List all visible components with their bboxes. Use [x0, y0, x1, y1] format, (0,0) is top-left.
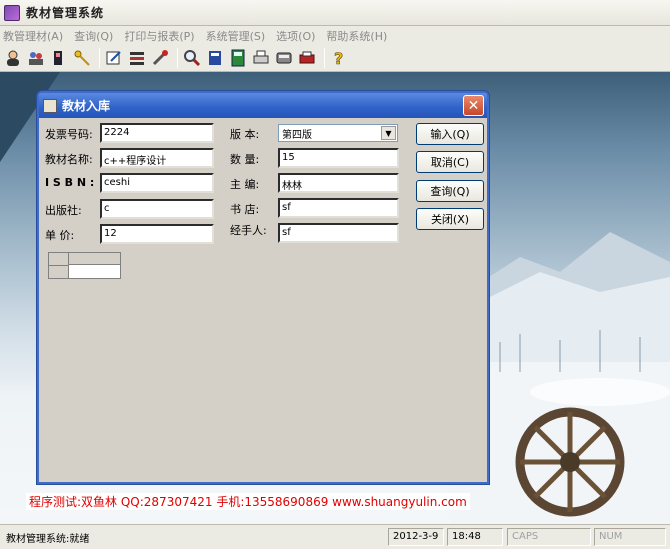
book-icon[interactable]: [205, 48, 225, 68]
bookstore-label: 书 店:: [230, 203, 260, 216]
app-icon: [4, 4, 20, 21]
status-bar: 教材管理系统:就绪 2012-3-9 18:48 CAPS NUM: [0, 524, 670, 549]
menu-help[interactable]: 帮助系统(H): [326, 28, 387, 44]
list-icon[interactable]: [127, 48, 147, 68]
menu-options[interactable]: 选项(O): [276, 28, 315, 44]
menu-query[interactable]: 查询(Q): [74, 28, 113, 44]
query-button[interactable]: 查询(Q): [416, 180, 484, 202]
quantity-label: 数 量:: [230, 153, 260, 166]
close-button[interactable]: 关闭(X): [416, 208, 484, 230]
records-grid[interactable]: [48, 252, 121, 279]
stock-in-dialog: 教材入库 ✕ 发票号码: 2224 教材名称: c++程序设计 I S B N …: [37, 91, 489, 484]
print-icon[interactable]: [297, 48, 317, 68]
edition-value: 第四版: [282, 130, 312, 141]
editor-label: 主 编:: [230, 178, 260, 191]
name-label: 教材名称:: [45, 153, 93, 166]
cancel-button[interactable]: 取消(C): [416, 151, 484, 173]
dialog-title: 教材入库: [62, 99, 111, 113]
disk-icon[interactable]: [274, 48, 294, 68]
toolbar-separator: [324, 48, 325, 68]
status-date: 2012-3-9: [388, 528, 444, 546]
window-titlebar: 教材管理系统: [0, 0, 670, 26]
user-add-icon[interactable]: [49, 48, 69, 68]
price-label: 单 价:: [45, 229, 75, 242]
bookstore-field[interactable]: sf: [278, 198, 399, 218]
handler-label: 经手人:: [230, 224, 267, 237]
grid-row-divider: [49, 265, 69, 266]
name-field[interactable]: c++程序设计: [100, 148, 214, 168]
isbn-field[interactable]: ceshi: [100, 173, 214, 193]
quantity-field[interactable]: 15: [278, 148, 399, 168]
key-icon[interactable]: [72, 48, 92, 68]
dialog-icon: [43, 98, 57, 113]
calculator-icon[interactable]: [228, 48, 248, 68]
dialog-titlebar: 教材入库 ✕: [39, 93, 487, 118]
isbn-label: I S B N :: [45, 176, 95, 189]
publisher-field[interactable]: c: [100, 199, 214, 219]
printer-icon[interactable]: [251, 48, 271, 68]
invoice-label: 发票号码:: [45, 128, 93, 141]
price-field[interactable]: 12: [100, 224, 214, 244]
publisher-label: 出版社:: [45, 204, 82, 217]
handler-field[interactable]: sf: [278, 223, 399, 243]
search-icon[interactable]: [182, 48, 202, 68]
chevron-down-icon[interactable]: ▼: [381, 126, 396, 140]
status-message: 教材管理系统:就绪: [6, 534, 90, 545]
tools-icon[interactable]: [150, 48, 170, 68]
close-icon: ✕: [467, 97, 480, 114]
window-title: 教材管理系统: [26, 6, 105, 20]
status-caps: CAPS: [507, 528, 591, 546]
toolbar-separator: [177, 48, 178, 68]
menu-system[interactable]: 系统管理(S): [206, 28, 266, 44]
svg-text:?: ?: [334, 49, 343, 67]
editor-field[interactable]: 林林: [278, 173, 399, 193]
menu-materials[interactable]: 教管理材(A): [3, 28, 63, 44]
dialog-close-button[interactable]: ✕: [463, 95, 484, 116]
menu-print-reports[interactable]: 打印与报表(P): [124, 28, 194, 44]
status-num: NUM: [594, 528, 666, 546]
toolbar: ?: [0, 45, 670, 72]
help-icon[interactable]: ?: [329, 48, 349, 68]
edit-icon[interactable]: [104, 48, 124, 68]
toolbar-separator: [99, 48, 100, 68]
user-icon[interactable]: [3, 48, 23, 68]
edition-label: 版 本:: [230, 128, 260, 141]
invoice-field[interactable]: 2224: [100, 123, 214, 143]
input-button[interactable]: 输入(Q): [416, 123, 484, 145]
users-icon[interactable]: [26, 48, 46, 68]
status-time: 18:48: [447, 528, 503, 546]
developer-info-text: 程序测试:双鱼林 QQ:287307421 手机:13558690869 www…: [26, 493, 470, 510]
edition-select[interactable]: 第四版 ▼: [278, 124, 398, 142]
menu-bar: 教管理材(A) 查询(Q) 打印与报表(P) 系统管理(S) 选项(O) 帮助系…: [0, 26, 670, 45]
